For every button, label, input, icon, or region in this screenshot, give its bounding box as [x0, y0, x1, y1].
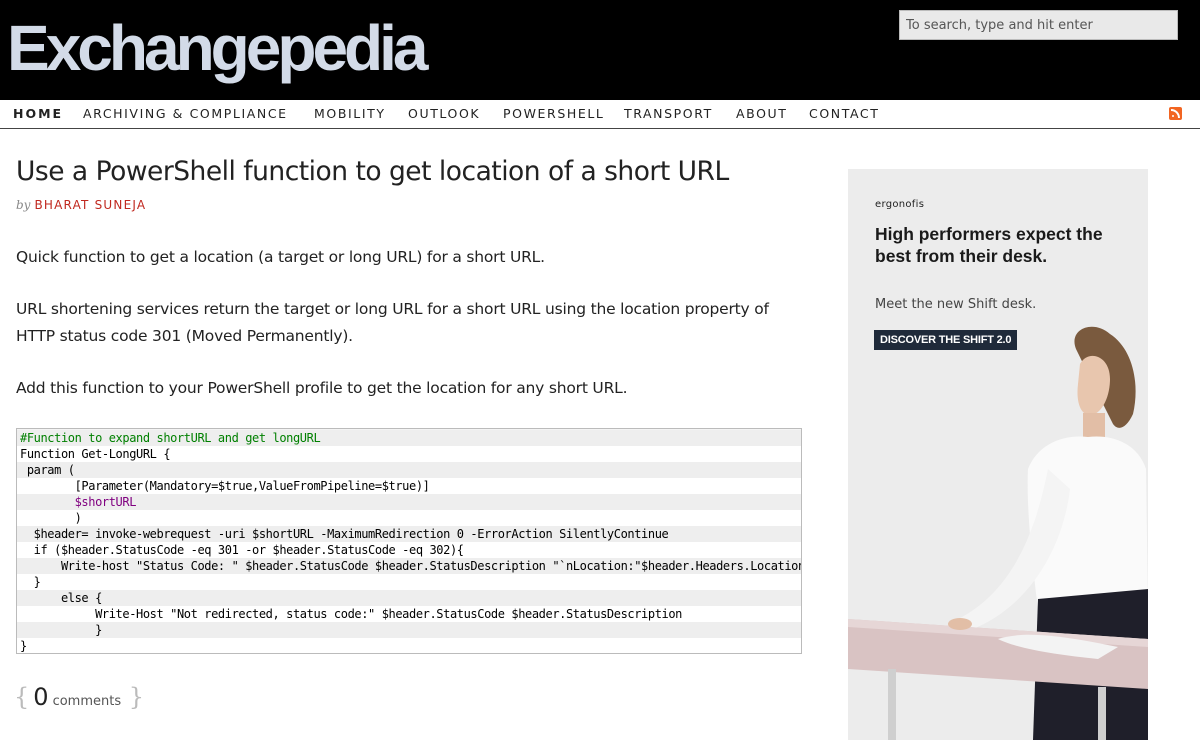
code-line: }: [17, 574, 801, 590]
nav-item-about[interactable]: ABOUT: [736, 106, 788, 121]
code-line: [Parameter(Mandatory=$true,ValueFromPipe…: [17, 478, 801, 494]
ad-brand: ergonofis: [875, 199, 925, 210]
comment-count: 0: [33, 683, 49, 711]
code-line: else {: [17, 590, 801, 606]
code-block[interactable]: #Function to expand shortURL and get lon…: [16, 428, 802, 654]
code-line: #Function to expand shortURL and get lon…: [17, 430, 801, 446]
nav-item-contact[interactable]: CONTACT: [809, 106, 879, 121]
code-line: if ($header.StatusCode -eq 301 -or $head…: [17, 542, 801, 558]
code-line: ): [17, 510, 801, 526]
nav-item-outlook[interactable]: OUTLOOK: [408, 106, 480, 121]
ad-cta-button[interactable]: DISCOVER THE SHIFT 2.0: [874, 330, 1018, 350]
code-line: $shortURL: [17, 494, 801, 510]
search-input[interactable]: [899, 10, 1178, 40]
right-brace-icon: }: [121, 683, 145, 711]
site-header: Exchangepedia: [0, 0, 1200, 100]
nav-item-archiving-compliance[interactable]: ARCHIVING & COMPLIANCE: [83, 106, 288, 121]
code-line: Write-Host "Not redirected, status code:…: [17, 606, 801, 622]
article-paragraph: Add this function to your PowerShell pro…: [16, 379, 628, 397]
article-paragraph: URL shortening services return the targe…: [16, 300, 769, 345]
article-title: Use a PowerShell function to get locatio…: [16, 156, 729, 187]
sidebar-ad[interactable]: ergonofis High performers expect the bes…: [848, 169, 1148, 740]
code-line: Write-host "Status Code: " $header.Statu…: [17, 558, 801, 574]
author-link[interactable]: BHARAT SUNEJA: [34, 198, 146, 212]
code-line: }: [17, 638, 801, 653]
code-line: Function Get-LongURL {: [17, 446, 801, 462]
code-line: $header= invoke-webrequest -uri $shortUR…: [17, 526, 801, 542]
nav-item-powershell[interactable]: POWERSHELL: [503, 106, 604, 121]
comments-link[interactable]: {0 comments }: [14, 683, 144, 711]
comments-label: comments: [52, 694, 122, 709]
nav-item-transport[interactable]: TRANSPORT: [624, 106, 713, 121]
nav-item-home[interactable]: HOME: [13, 106, 63, 121]
rss-icon[interactable]: [1169, 107, 1182, 120]
ad-headline: High performers expect the best from the…: [875, 224, 1103, 266]
main-nav: HOME ARCHIVING & COMPLIANCE MOBILITY OUT…: [0, 100, 1200, 129]
nav-item-mobility[interactable]: MOBILITY: [314, 106, 386, 121]
byline: by BHARAT SUNEJA: [16, 198, 146, 212]
code-line: }: [17, 622, 801, 638]
ad-subheadline: Meet the new Shift desk.: [875, 297, 1037, 312]
code-line: param (: [17, 462, 801, 478]
site-logo[interactable]: Exchangepedia: [7, 12, 428, 84]
left-brace-icon: {: [14, 683, 30, 711]
article-paragraph: Quick function to get a location (a targ…: [16, 248, 545, 266]
byline-prefix: by: [16, 198, 31, 212]
